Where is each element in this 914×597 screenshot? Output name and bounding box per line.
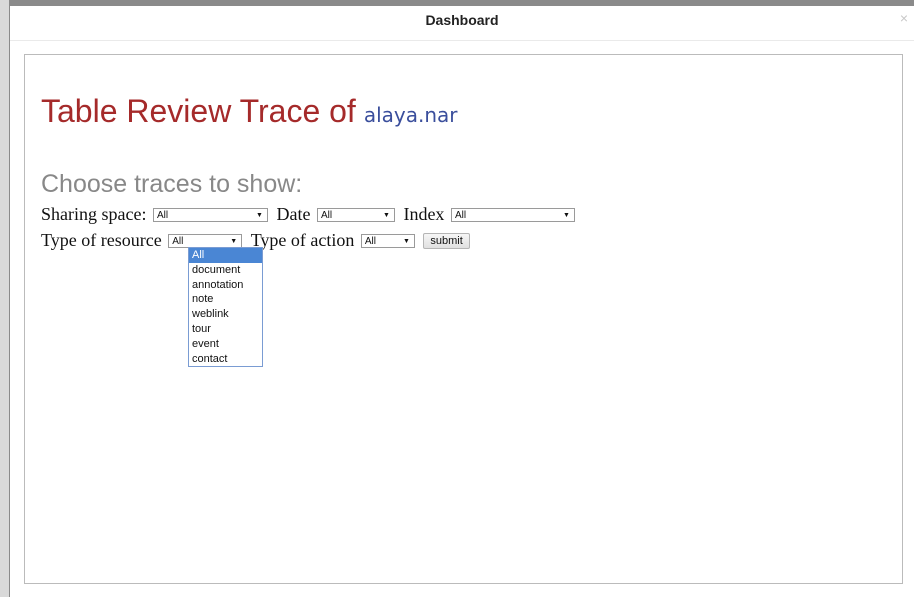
- date-select[interactable]: All ▼: [316, 207, 395, 222]
- type-of-resource-select[interactable]: All ▼: [168, 233, 243, 248]
- dropdown-option[interactable]: tour: [189, 322, 262, 337]
- page-title: Table Review Trace of: [41, 93, 356, 129]
- chevron-down-icon: ▼: [383, 211, 390, 219]
- type-of-action-label: Type of action: [250, 230, 355, 251]
- window-left-border: [0, 0, 10, 597]
- page-heading: Table Review Trace of alaya.nar: [41, 93, 457, 130]
- username-label: alaya.nar: [363, 103, 458, 127]
- dialog-titlebar: Dashboard ×: [10, 6, 914, 41]
- index-select[interactable]: All ▼: [450, 207, 575, 222]
- dropdown-option[interactable]: contact: [189, 352, 262, 367]
- dropdown-option[interactable]: weblink: [189, 307, 262, 322]
- dropdown-option[interactable]: All: [189, 248, 262, 263]
- dropdown-option[interactable]: event: [189, 337, 262, 352]
- sharing-space-value: All: [156, 209, 169, 221]
- close-icon[interactable]: ×: [900, 10, 908, 26]
- chevron-down-icon: ▼: [256, 211, 263, 219]
- index-label: Index: [403, 204, 445, 225]
- index-value: All: [454, 209, 467, 221]
- submit-button[interactable]: submit: [423, 232, 470, 249]
- type-of-action-select[interactable]: All ▼: [360, 233, 415, 248]
- date-value: All: [320, 209, 333, 221]
- content-frame: Table Review Trace of alaya.nar Choose tr…: [24, 54, 903, 584]
- sharing-space-label: Sharing space:: [41, 204, 147, 225]
- chevron-down-icon: ▼: [402, 237, 410, 245]
- sharing-space-select[interactable]: All ▼: [152, 207, 268, 222]
- dropdown-option[interactable]: note: [189, 292, 262, 307]
- date-label: Date: [276, 204, 311, 225]
- filter-row-1: Sharing space: All ▼ Date All ▼ Index All ▼: [41, 203, 579, 225]
- type-of-resource-label: Type of resource: [41, 230, 162, 251]
- dropdown-option[interactable]: annotation: [189, 278, 262, 293]
- dialog-title: Dashboard: [425, 12, 499, 28]
- type-of-resource-value: All: [172, 235, 184, 247]
- type-of-resource-dropdown: All document annotation note weblink tour even…: [188, 247, 263, 368]
- chevron-down-icon: ▼: [563, 211, 570, 219]
- type-of-action-value: All: [364, 235, 377, 247]
- section-heading: Choose traces to show:: [41, 170, 303, 198]
- dropdown-option[interactable]: document: [189, 263, 262, 278]
